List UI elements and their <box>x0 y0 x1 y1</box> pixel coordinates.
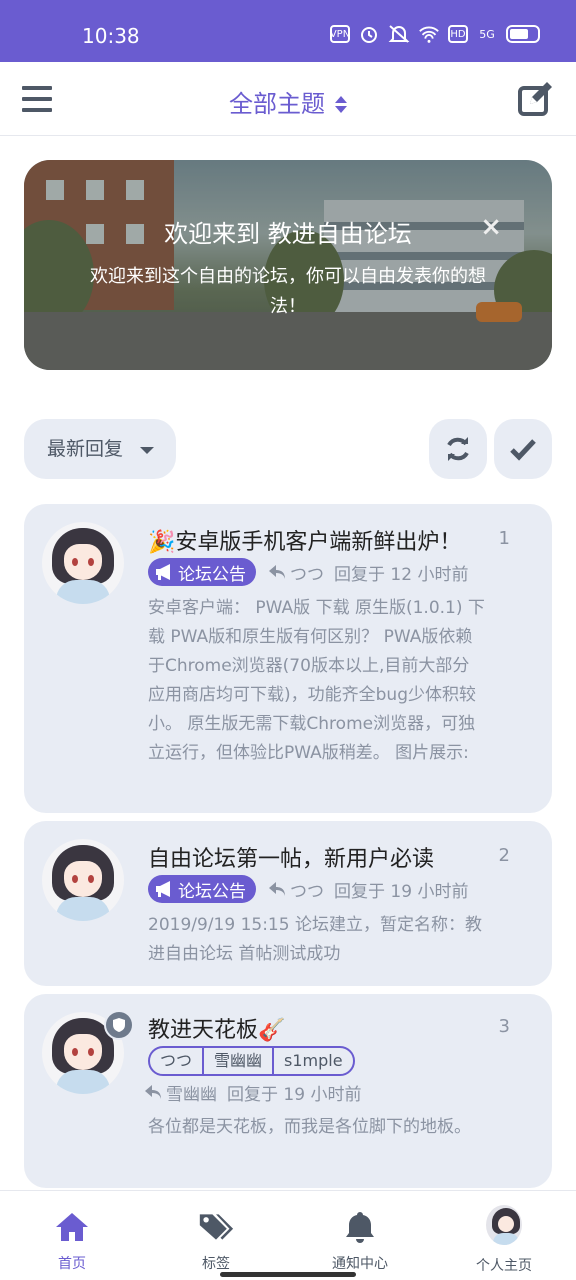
post-meta: 雪幽幽 回复于 19 小时前 <box>144 1077 361 1107</box>
post-excerpt: 2019/9/19 15:15 论坛建立，暂定名称：教进自由论坛 首帖测试成功 <box>148 915 482 964</box>
nav-notifications[interactable]: 通知中心 <box>300 1191 420 1280</box>
post-number: 2 <box>498 845 510 866</box>
chevron-down-icon <box>140 447 154 454</box>
status-icons: VPN HD 5G <box>330 25 540 43</box>
nav-home[interactable]: 首页 <box>12 1191 132 1280</box>
edit-icon <box>518 82 552 116</box>
refresh-icon <box>447 437 469 461</box>
check-icon <box>510 439 536 461</box>
banner-text: 欢迎来到这个自由的论坛，你可以自由发表你的想法！ <box>90 266 486 317</box>
wifi-icon <box>418 25 440 43</box>
post-title[interactable]: 🎉安卓版手机客户端新鲜出炉！ <box>148 524 461 556</box>
refresh-button[interactable] <box>429 419 487 479</box>
post-number: 3 <box>498 1016 510 1037</box>
sort-dropdown[interactable]: 最新回复 <box>24 419 176 479</box>
post-meta: 论坛公告 つつ 回复于 12 小时前 <box>148 557 468 587</box>
reply-author[interactable]: つつ <box>290 877 324 902</box>
mute-icon <box>388 25 410 43</box>
reply-icon <box>269 882 285 896</box>
discussion-card[interactable]: 教进天花板🎸 3 つつ 雪幽幽 s1mple 雪幽幽 回复于 19 小时前 各位… <box>24 994 552 1188</box>
5g-signal-icon: 5G <box>479 27 495 41</box>
reply-info: つつ 回复于 19 小时前 <box>268 877 468 902</box>
bell-icon <box>342 1209 378 1245</box>
tag-announcement[interactable]: 论坛公告 <box>148 875 256 903</box>
reply-time: 回复于 12 小时前 <box>334 564 469 585</box>
topic-filter-dropdown[interactable]: 全部主题 <box>0 84 576 119</box>
banner-title: 欢迎来到 教进自由论坛 <box>164 220 412 248</box>
discussion-card[interactable]: 自由论坛第一帖，新用户必读 2 论坛公告 つつ 回复于 19 小时前 2019/… <box>24 821 552 986</box>
post-excerpt: 安卓客户端： PWA版 下载 原生版(1.0.1) 下载 PWA版和原生版有何区… <box>148 598 485 763</box>
nav-tags[interactable]: 标签 <box>156 1191 276 1280</box>
post-meta: 论坛公告 つつ 回复于 19 小时前 <box>148 874 468 904</box>
battery-icon <box>506 25 540 43</box>
reply-icon <box>269 565 285 579</box>
home-indicator <box>220 1272 356 1277</box>
shield-icon <box>104 1010 134 1040</box>
post-excerpt: 各位都是天花板，而我是各位脚下的地板。 <box>148 1117 471 1137</box>
tags-icon <box>198 1209 234 1245</box>
app-header: 全部主题 <box>0 62 576 136</box>
reply-time: 回复于 19 小时前 <box>227 1084 362 1105</box>
compose-button[interactable] <box>518 82 554 116</box>
close-banner-button[interactable]: × <box>480 212 502 242</box>
status-time: 10:38 <box>82 24 140 48</box>
post-title[interactable]: 教进天花板🎸 <box>148 1012 285 1044</box>
reply-icon <box>145 1085 161 1099</box>
discussion-card[interactable]: 🎉安卓版手机客户端新鲜出炉！ 1 论坛公告 つつ 回复于 12 小时前 安卓客户… <box>24 504 552 813</box>
reply-info: つつ 回复于 12 小时前 <box>268 560 468 585</box>
tag-list: つつ 雪幽幽 s1mple <box>148 1046 355 1076</box>
sort-label: 最新回复 <box>47 438 124 460</box>
profile-avatar <box>486 1205 522 1245</box>
tag-announcement[interactable]: 论坛公告 <box>148 558 256 586</box>
tag-item[interactable]: 雪幽幽 <box>204 1048 275 1074</box>
avatar[interactable] <box>42 522 124 604</box>
megaphone-icon <box>156 564 170 580</box>
tag-item[interactable]: s1mple <box>274 1048 353 1074</box>
post-title[interactable]: 自由论坛第一帖，新用户必读 <box>148 841 434 873</box>
home-icon <box>54 1209 90 1245</box>
nav-label: 首页 <box>58 1256 86 1272</box>
nav-label: 个人主页 <box>476 1258 532 1274</box>
reply-time: 回复于 19 小时前 <box>334 881 469 902</box>
nav-profile[interactable]: 个人主页 <box>444 1191 564 1280</box>
tag-label: 论坛公告 <box>178 881 246 902</box>
tag-item[interactable]: つつ <box>150 1048 205 1074</box>
sort-caret-icon <box>335 95 347 115</box>
reply-info: 雪幽幽 回复于 19 小时前 <box>144 1080 361 1105</box>
bottom-nav: 首页 标签 通知中心 个人主页 <box>0 1190 576 1280</box>
post-number: 1 <box>498 528 510 549</box>
alarm-icon <box>358 25 380 43</box>
reply-author[interactable]: つつ <box>290 560 324 585</box>
status-bar: 10:38 VPN HD 5G <box>0 0 576 62</box>
avatar[interactable] <box>42 839 124 921</box>
tag-label: 论坛公告 <box>178 564 246 585</box>
hd-icon: HD <box>448 25 468 43</box>
megaphone-icon <box>156 881 170 897</box>
page-title: 全部主题 <box>229 90 325 118</box>
nav-label: 标签 <box>202 1256 230 1272</box>
nav-label: 通知中心 <box>332 1256 388 1272</box>
vpn-icon: VPN <box>330 25 350 43</box>
mark-all-read-button[interactable] <box>494 419 552 479</box>
reply-author[interactable]: 雪幽幽 <box>166 1080 217 1105</box>
welcome-banner: 欢迎来到 教进自由论坛 欢迎来到这个自由的论坛，你可以自由发表你的想法！ × <box>24 160 552 370</box>
